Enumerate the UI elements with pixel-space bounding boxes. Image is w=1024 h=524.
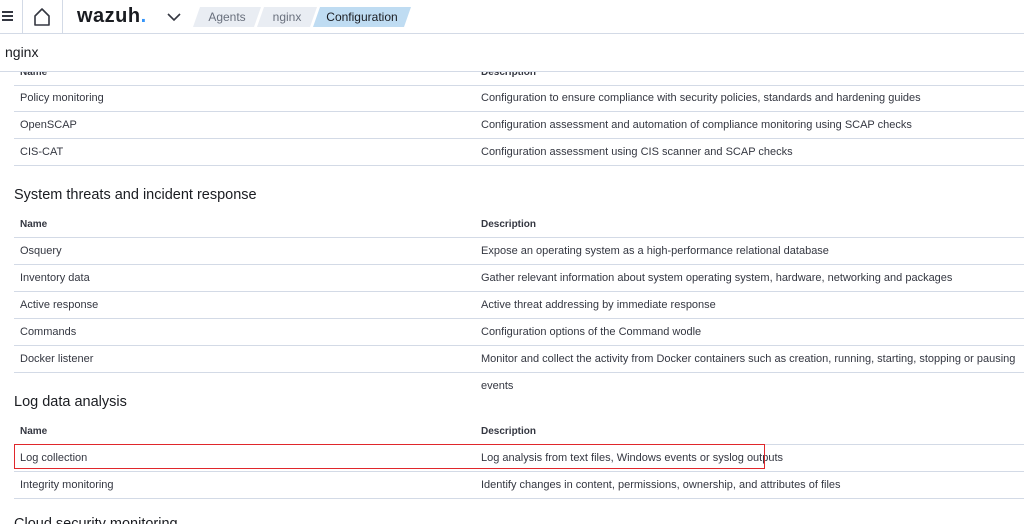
row-name: Integrity monitoring — [20, 479, 114, 491]
row-name: Docker listener — [20, 353, 94, 365]
table-row[interactable]: CIS-CAT Configuration assessment using C… — [14, 139, 1024, 166]
top-navigation-bar: wazuh. Agents nginx Configuration — [0, 0, 1024, 34]
row-name: Log collection — [20, 452, 88, 464]
table-row[interactable]: Policy monitoring Configuration to ensur… — [14, 85, 1024, 112]
row-description: Identify changes in content, permissions… — [481, 479, 841, 491]
divider — [62, 0, 63, 34]
row-description: Configuration assessment and automation … — [481, 119, 912, 131]
row-description: Configuration options of the Command wod… — [481, 326, 702, 338]
section-title-logs: Log data analysis — [14, 394, 127, 410]
column-header-name: Name — [20, 219, 48, 230]
page-title: nginx — [5, 44, 39, 60]
table-row[interactable]: Osquery Expose an operating system as a … — [14, 238, 1024, 265]
breadcrumb-agents[interactable]: Agents — [193, 7, 261, 27]
column-header-description: Description — [481, 426, 537, 437]
table-header: Name Description — [14, 418, 1024, 445]
table-row[interactable]: Commands Configuration options of the Co… — [14, 319, 1024, 346]
table-row-log-collection[interactable]: Log collection Log analysis from text fi… — [14, 445, 1024, 472]
column-header-description: Description — [481, 219, 537, 230]
row-name: Active response — [20, 299, 99, 311]
configuration-content: Name Description Policy monitoring Confi… — [0, 0, 1024, 524]
wazuh-logo[interactable]: wazuh. — [77, 5, 147, 28]
section-title-next: Cloud security monitoring — [14, 516, 178, 524]
hamburger-menu-icon[interactable] — [0, 0, 22, 34]
table-row[interactable]: Active response Active threat addressing… — [14, 292, 1024, 319]
row-name: CIS-CAT — [20, 146, 64, 158]
row-name: Policy monitoring — [20, 92, 104, 104]
home-icon[interactable] — [31, 7, 53, 27]
table-row[interactable]: Docker listener Monitor and collect the … — [14, 346, 1024, 392]
table-row[interactable]: OpenSCAP Configuration assessment and au… — [14, 112, 1024, 139]
row-name: Inventory data — [20, 272, 90, 284]
divider — [22, 0, 23, 34]
table-header: Name Description — [14, 211, 1024, 238]
row-description: Gather relevant information about system… — [481, 272, 953, 284]
row-name: OpenSCAP — [20, 119, 77, 131]
section-title-threats: System threats and incident response — [14, 187, 257, 203]
row-description: Log analysis from text files, Windows ev… — [481, 452, 784, 464]
row-name: Osquery — [20, 245, 62, 257]
chevron-down-icon[interactable] — [165, 8, 183, 26]
table-row[interactable]: Integrity monitoring Identify changes in… — [14, 472, 1024, 499]
row-description: Expose an operating system as a high-per… — [481, 245, 829, 257]
row-description: Configuration to ensure compliance with … — [481, 92, 921, 104]
breadcrumb-configuration[interactable]: Configuration — [313, 7, 411, 27]
column-header-name: Name — [20, 426, 48, 437]
row-description: Monitor and collect the activity from Do… — [481, 353, 1016, 392]
table-row[interactable]: Inventory data Gather relevant informati… — [14, 265, 1024, 292]
breadcrumb-agent[interactable]: nginx — [257, 7, 317, 27]
row-description: Configuration assessment using CIS scann… — [481, 146, 793, 158]
row-description: Active threat addressing by immediate re… — [481, 299, 716, 311]
row-name: Commands — [20, 326, 77, 338]
agent-title-bar: nginx — [0, 35, 1024, 72]
